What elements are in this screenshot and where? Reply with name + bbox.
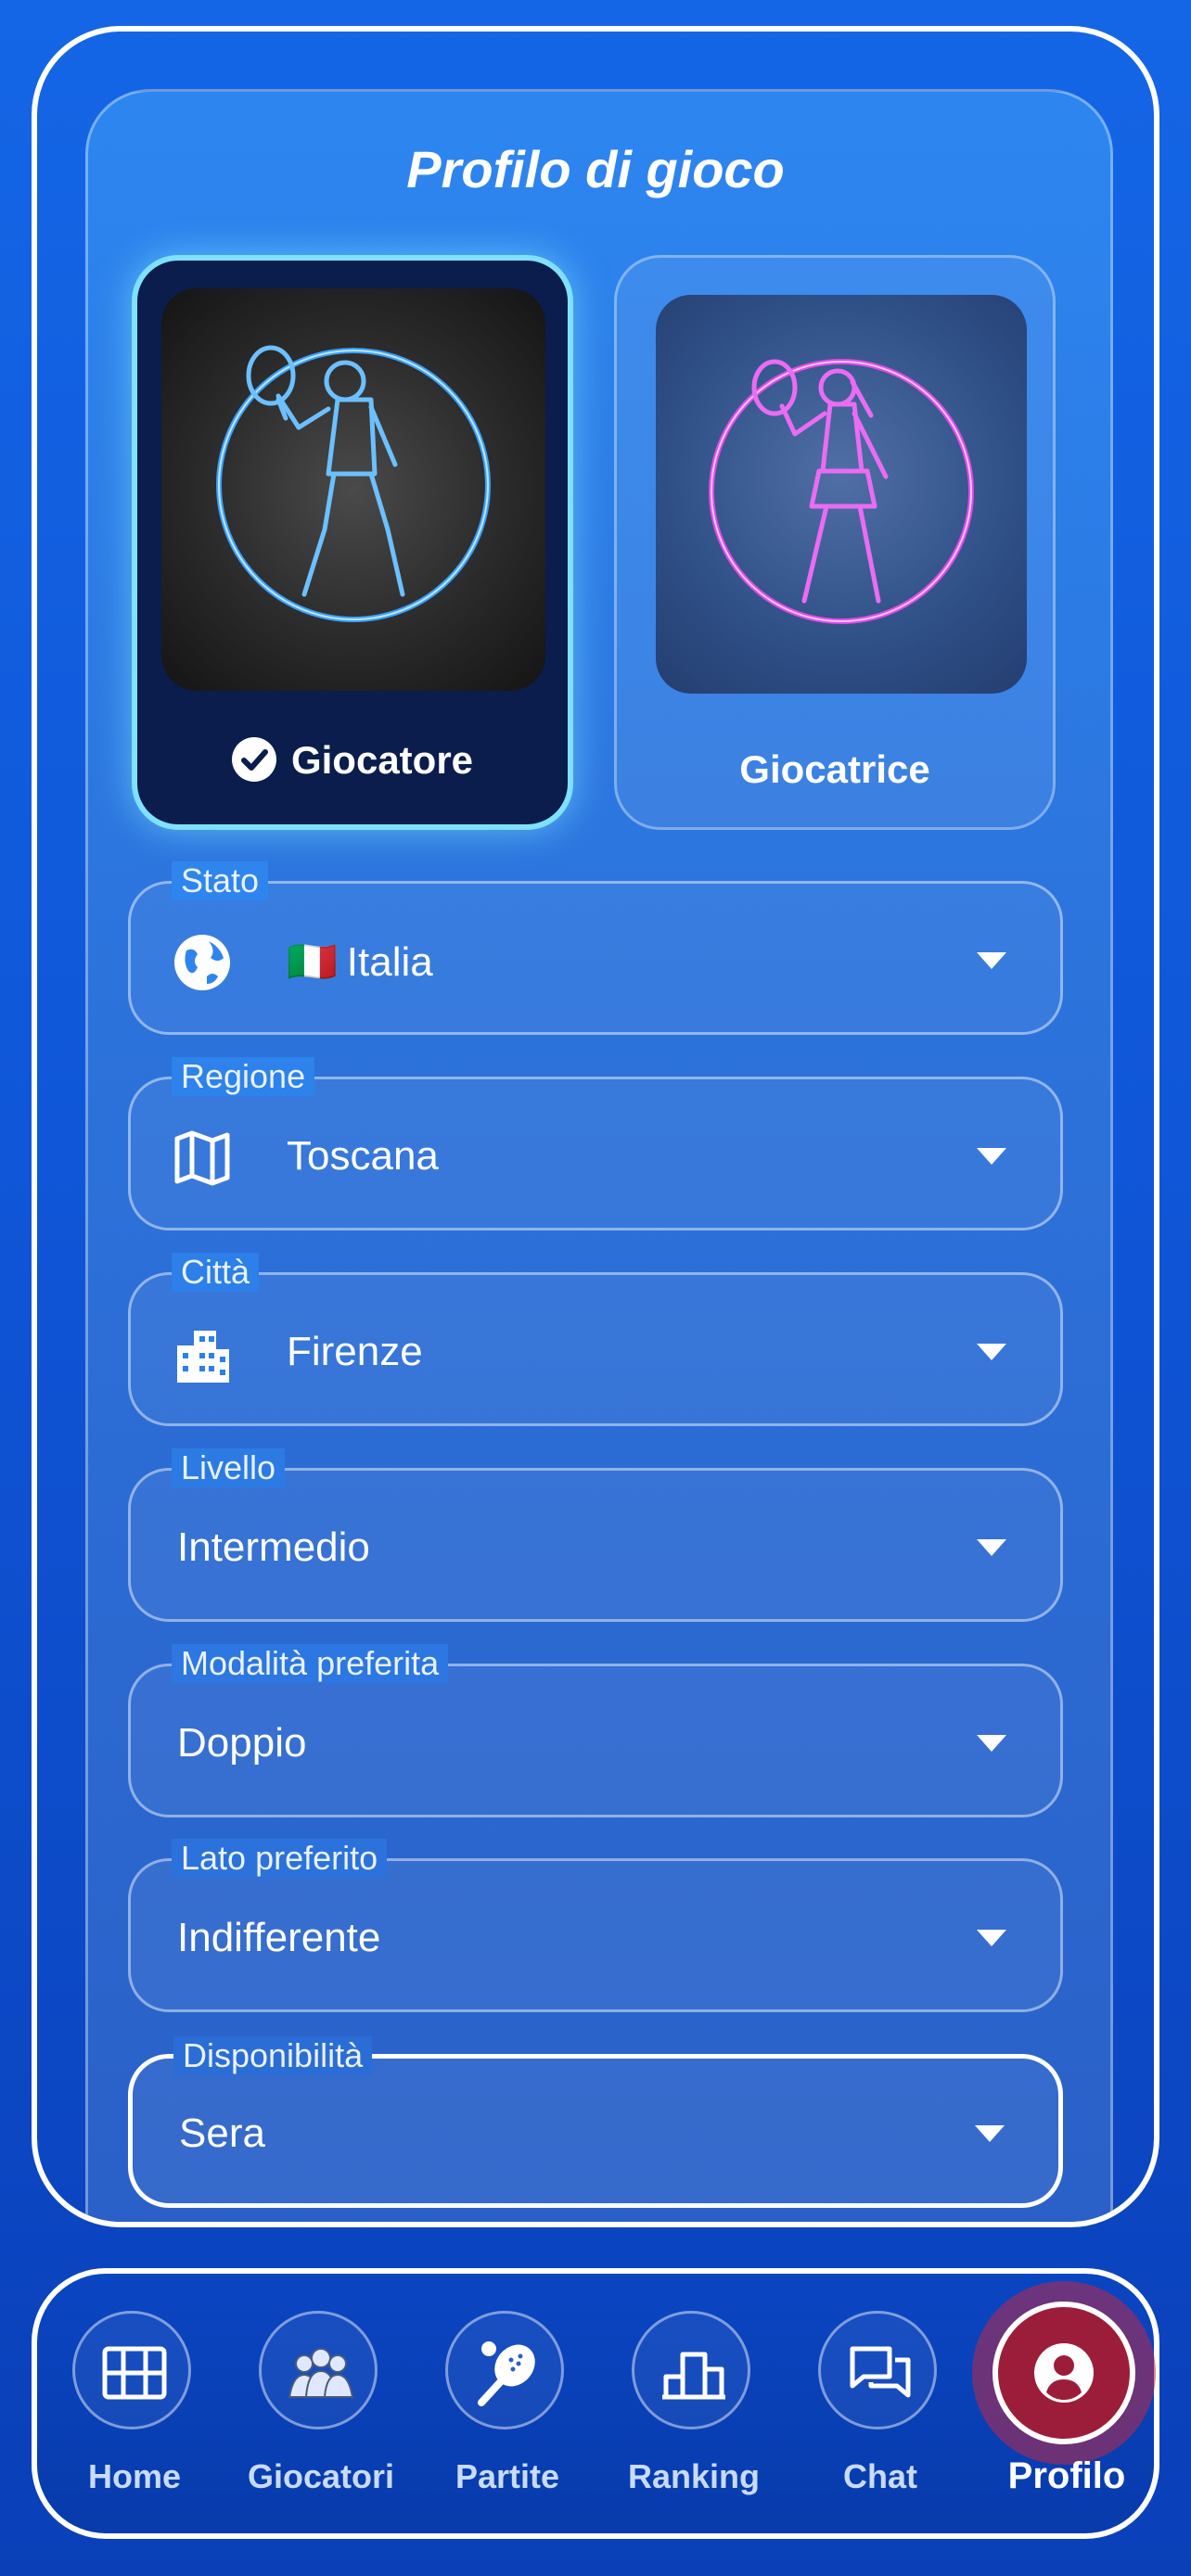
podium-icon (632, 2311, 750, 2429)
stato-select[interactable]: Stato 🇮🇹 Italia (128, 861, 1063, 1035)
profile-icon (992, 2302, 1135, 2444)
livello-label: Livello (172, 1448, 286, 1487)
regione-value: Toscana (287, 1133, 439, 1179)
lato-select[interactable]: Lato preferito Indifferente (128, 1839, 1063, 2012)
nav-home[interactable]: Home (42, 2274, 227, 2533)
players-icon (259, 2311, 378, 2429)
disponibilita-select[interactable]: Disponibilità Sera (128, 2036, 1063, 2208)
nav-profilo[interactable]: Profilo (974, 2274, 1159, 2533)
livello-value: Intermedio (177, 1524, 370, 1570)
disponibilita-value: Sera (179, 2111, 265, 2156)
chevron-down-icon[interactable] (975, 2125, 1005, 2142)
nav-ranking[interactable]: Ranking (601, 2274, 787, 2533)
regione-select[interactable]: Regione Toscana (128, 1057, 1063, 1231)
chevron-down-icon[interactable] (977, 1344, 1006, 1360)
bottom-nav: Home Giocatori Partite Ranking Chat Prof… (32, 2268, 1159, 2539)
city-icon (170, 1321, 235, 1386)
map-icon (170, 1126, 235, 1191)
gender-label-giocatrice: Giocatrice (739, 747, 930, 791)
padel-racket-icon (445, 2311, 564, 2429)
nav-partite[interactable]: Partite (415, 2274, 600, 2533)
chevron-down-icon[interactable] (977, 1148, 1006, 1165)
flag-icon: 🇮🇹 (287, 939, 338, 985)
page-title: Profilo di gioco (406, 140, 785, 198)
lato-value: Indifferente (177, 1915, 381, 1960)
modalita-label: Modalità preferita (172, 1644, 449, 1683)
gender-card-giocatrice[interactable]: Giocatrice (614, 255, 1056, 830)
modalita-value: Doppio (177, 1720, 307, 1766)
chevron-down-icon[interactable] (977, 952, 1006, 969)
citta-value: Firenze (287, 1329, 423, 1374)
modalita-select[interactable]: Modalità preferita Doppio (128, 1644, 1063, 1817)
nav-giocatori[interactable]: Giocatori (228, 2274, 414, 2533)
male-player-image (161, 288, 545, 691)
gender-label-giocatore: Giocatore (290, 738, 474, 782)
disponibilita-label: Disponibilità (173, 2036, 373, 2075)
chevron-down-icon[interactable] (977, 1539, 1006, 1556)
nav-chat[interactable]: Chat (788, 2274, 973, 2533)
lato-label: Lato preferito (172, 1839, 388, 1878)
check-icon (231, 736, 276, 782)
citta-select[interactable]: Città Firenze (128, 1253, 1063, 1426)
regione-label: Regione (172, 1057, 315, 1096)
citta-label: Città (172, 1253, 260, 1292)
globe-icon (170, 930, 235, 995)
chevron-down-icon[interactable] (977, 1735, 1006, 1752)
female-player-image (656, 295, 1027, 694)
stato-value: Italia (346, 939, 433, 985)
stato-label: Stato (172, 861, 269, 900)
chat-icon (818, 2311, 937, 2429)
court-icon (72, 2311, 191, 2429)
chevron-down-icon[interactable] (977, 1930, 1006, 1946)
livello-select[interactable]: Livello Intermedio (128, 1448, 1063, 1622)
gender-card-giocatore[interactable]: Giocatore (132, 255, 573, 830)
